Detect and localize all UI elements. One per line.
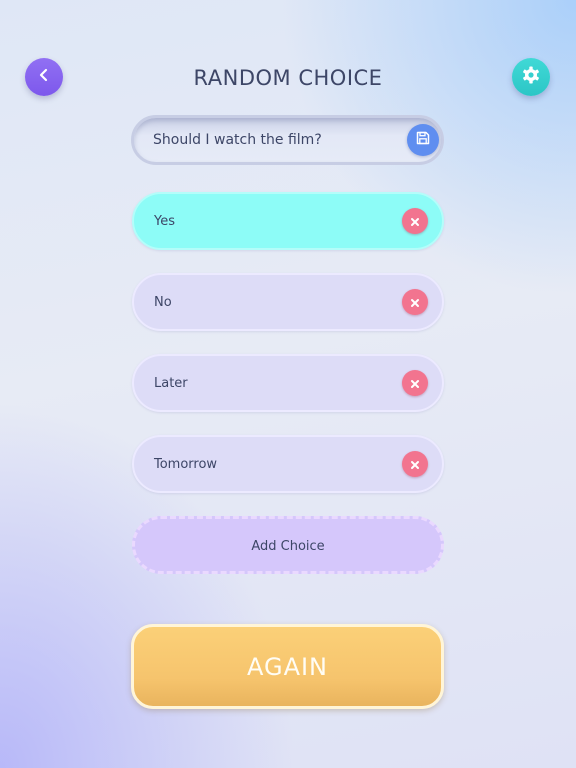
- choice-label: Yes: [154, 214, 175, 229]
- again-label: AGAIN: [246, 653, 329, 681]
- gear-icon: [521, 65, 541, 89]
- choice-item-no[interactable]: No: [132, 273, 444, 331]
- question-field[interactable]: Should I watch the film?: [131, 115, 444, 165]
- question-text[interactable]: Should I watch the film?: [153, 132, 322, 148]
- choice-label: Later: [154, 376, 188, 391]
- add-choice-button[interactable]: Add Choice: [132, 516, 444, 574]
- choice-item-later[interactable]: Later: [132, 354, 444, 412]
- choice-label: Tomorrow: [154, 457, 218, 472]
- close-icon: [410, 212, 420, 231]
- remove-choice-button[interactable]: [402, 451, 428, 477]
- remove-choice-button[interactable]: [402, 208, 428, 234]
- add-choice-label: Add Choice: [251, 539, 325, 554]
- save-button[interactable]: [407, 124, 439, 156]
- close-icon: [410, 374, 420, 393]
- choice-label: No: [154, 295, 172, 310]
- save-icon: [415, 130, 431, 150]
- again-button[interactable]: AGAIN: [131, 624, 444, 709]
- page-title: RANDOM CHOICE: [193, 66, 383, 90]
- remove-choice-button[interactable]: [402, 289, 428, 315]
- choice-item-tomorrow[interactable]: Tomorrow: [132, 435, 444, 493]
- close-icon: [410, 455, 420, 474]
- settings-button[interactable]: [512, 58, 550, 96]
- close-icon: [410, 293, 420, 312]
- remove-choice-button[interactable]: [402, 370, 428, 396]
- choice-item-yes[interactable]: Yes: [132, 192, 444, 250]
